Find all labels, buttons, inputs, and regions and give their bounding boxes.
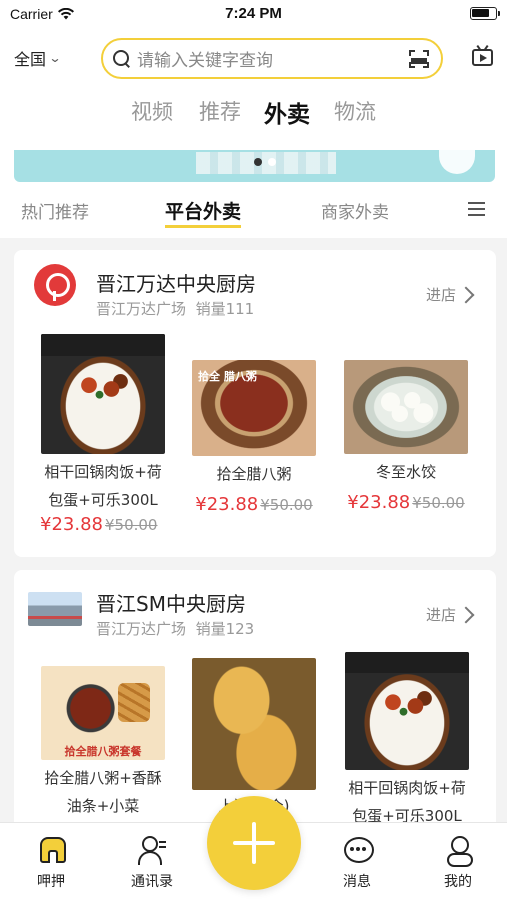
product-name: 拾全腊八粥 xyxy=(216,465,292,483)
tab-home[interactable]: 呷押 xyxy=(16,835,86,891)
enter-shop-button[interactable]: 进店 xyxy=(425,284,475,305)
message-icon xyxy=(342,835,374,865)
product-item[interactable]: 多口味保选 蒸肉保充 相干回锅肉饭+荷 包蛋+可乐300L ¥23.88 ¥50.… xyxy=(40,334,166,535)
shop-meta: 晋江万达广场 销量111 xyxy=(96,298,254,319)
shop-sales: 销量111 xyxy=(195,300,255,318)
product-item[interactable]: 拾全腊八粥套餐 拾全腊八粥+香酥 油条+小菜 xyxy=(40,666,166,820)
tab-messages[interactable]: 消息 xyxy=(322,835,392,891)
subtab-merchant-takeout[interactable]: 商家外卖 xyxy=(321,198,389,223)
add-button[interactable] xyxy=(207,796,301,890)
shop-card[interactable]: 晋江万达中央厨房 晋江万达广场 销量111 进店 多口味保选 蒸肉保充 相干回锅… xyxy=(14,250,496,557)
region-selector[interactable]: 全国 ⌄ xyxy=(14,46,62,70)
shop-logo xyxy=(34,264,76,306)
chevron-right-icon xyxy=(457,606,475,623)
product-name: 相干回锅肉饭+荷 包蛋+可乐300L xyxy=(44,463,162,509)
search-input[interactable]: 请输入关键字查询 xyxy=(137,46,409,71)
tab-profile-label: 我的 xyxy=(444,874,472,890)
shop-location: 晋江万达广场 xyxy=(96,300,187,318)
battery-icon xyxy=(470,7,500,20)
shop-location: 晋江万达广场 xyxy=(96,620,187,638)
home-icon xyxy=(36,835,66,865)
search-bar[interactable]: 请输入关键字查询 xyxy=(101,38,443,79)
product-image: 拾全腊八粥套餐 xyxy=(41,666,165,760)
subtab-hot[interactable]: 热门推荐 xyxy=(21,198,89,223)
shop-name: 晋江SM中央厨房 xyxy=(96,592,246,616)
status-bar: Carrier 7:24 PM xyxy=(0,0,507,30)
main-tabs: 视频 推荐 外卖 物流 xyxy=(0,96,507,132)
promo-banner[interactable] xyxy=(14,150,495,182)
product-image-caption: 多口味保选 蒸肉保充 xyxy=(345,652,469,674)
top-header-area: Carrier 7:24 PM 全国 ⌄ 请输入关键字查询 视频 推荐 外卖 物… xyxy=(0,0,507,238)
product-item[interactable]: 拾全 腊八粥 拾全腊八粥 ¥23.88 ¥50.00 xyxy=(192,360,316,515)
tv-icon[interactable] xyxy=(472,44,494,67)
tab-recommend[interactable]: 推荐 xyxy=(199,96,241,126)
product-image xyxy=(344,360,468,454)
carousel-dot xyxy=(254,158,262,166)
enter-shop-button[interactable]: 进店 xyxy=(425,604,475,625)
chevron-right-icon xyxy=(457,286,475,303)
tab-logistics[interactable]: 物流 xyxy=(334,96,376,126)
enter-shop-label: 进店 xyxy=(425,286,456,304)
menu-icon[interactable] xyxy=(468,202,485,216)
clock: 7:24 PM xyxy=(225,5,282,22)
product-price: ¥23.88 ¥50.00 xyxy=(195,494,313,515)
shop-logo xyxy=(28,592,82,626)
shop-meta: 晋江万达广场 销量123 xyxy=(96,618,254,639)
product-image-caption: 多口味保选 蒸肉保充 xyxy=(41,334,165,356)
tab-messages-label: 消息 xyxy=(343,874,371,890)
product-image: 多口味保选 蒸肉保充 xyxy=(41,334,165,454)
shop-name: 晋江万达中央厨房 xyxy=(96,272,256,296)
tab-video[interactable]: 视频 xyxy=(131,96,173,126)
product-name: 冬至水饺 xyxy=(375,463,436,481)
original-price: ¥50.00 xyxy=(260,496,313,514)
product-item[interactable]: 冬至水饺 ¥23.88 ¥50.00 xyxy=(344,360,468,513)
product-image xyxy=(192,658,316,790)
tab-home-label: 呷押 xyxy=(37,874,65,890)
sub-tabs: 热门推荐 平台外卖 商家外卖 xyxy=(0,198,507,228)
shop-sales: 销量123 xyxy=(195,620,255,638)
region-label: 全国 xyxy=(14,50,47,69)
contacts-icon xyxy=(137,835,167,865)
product-image: 多口味保选 蒸肉保充 xyxy=(345,652,469,770)
product-image-caption: 拾全 腊八粥 xyxy=(198,370,257,383)
tab-contacts[interactable]: 通讯录 xyxy=(117,835,187,891)
product-image: 拾全 腊八粥 xyxy=(192,360,316,456)
original-price: ¥50.00 xyxy=(412,494,465,512)
product-name: 拾全腊八粥+香酥 油条+小菜 xyxy=(44,769,162,815)
product-price: ¥23.88 ¥50.00 xyxy=(347,492,465,513)
chevron-down-icon: ⌄ xyxy=(48,51,62,65)
user-icon xyxy=(443,835,473,867)
tab-profile[interactable]: 我的 xyxy=(423,835,493,891)
original-price: ¥50.00 xyxy=(104,516,158,534)
carousel-dot xyxy=(268,158,276,166)
product-item[interactable]: 多口味保选 蒸肉保充 相干回锅肉饭+荷 包蛋+可乐300L xyxy=(344,652,470,830)
banner-artwork xyxy=(196,152,336,174)
subtab-platform-takeout[interactable]: 平台外卖 xyxy=(165,197,242,228)
tab-takeout[interactable]: 外卖 xyxy=(264,95,310,129)
search-icon xyxy=(113,49,131,68)
tab-contacts-label: 通讯录 xyxy=(131,874,173,890)
scan-icon[interactable] xyxy=(409,49,429,68)
product-image-caption: 拾全腊八粥套餐 xyxy=(64,745,142,759)
banner-cloud-decoration xyxy=(439,150,475,174)
enter-shop-label: 进店 xyxy=(425,606,456,624)
product-price: ¥23.88 ¥50.00 xyxy=(40,514,158,535)
